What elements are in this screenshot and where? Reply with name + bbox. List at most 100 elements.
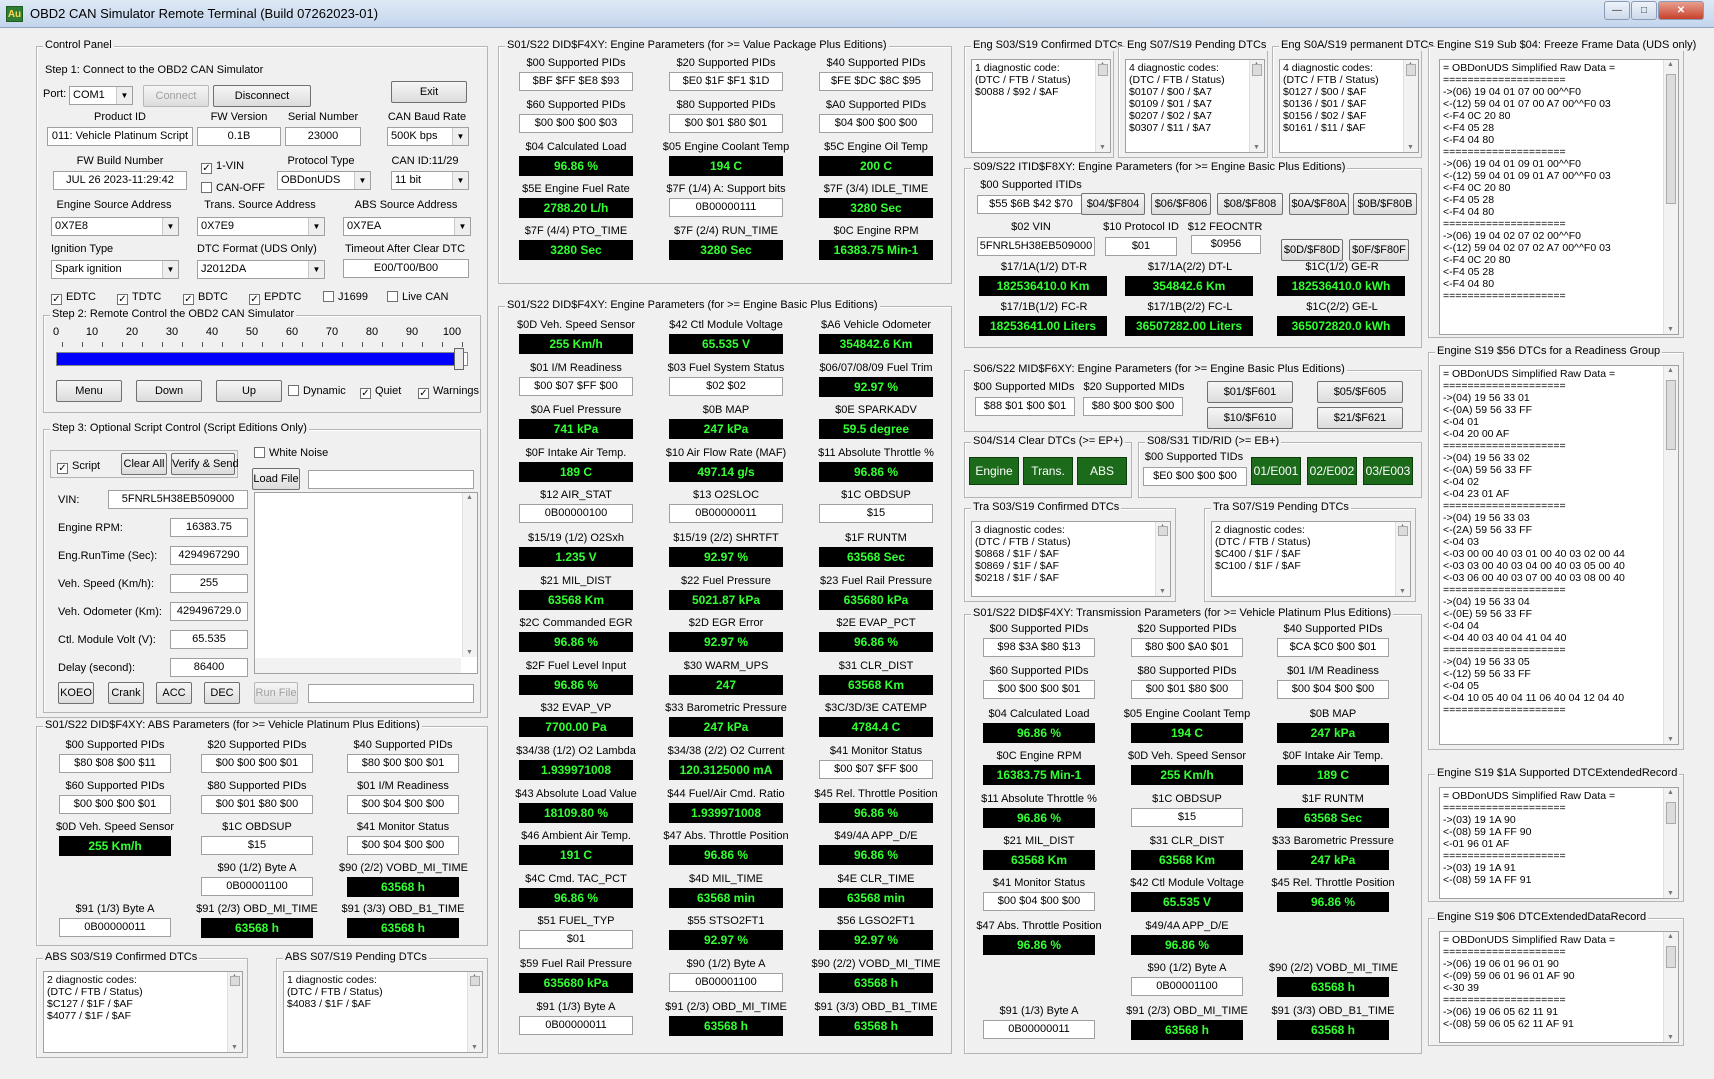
engine-source-select[interactable]: 0X7E8 ▼ xyxy=(51,217,179,236)
option-checkbox-box[interactable]: ✓ xyxy=(183,294,194,305)
itid-button[interactable]: $0B/$F80B xyxy=(1353,193,1417,215)
mid-button[interactable]: $05/$F605 xyxy=(1317,381,1403,403)
disconnect-button[interactable]: Disconnect xyxy=(213,85,311,107)
freeze-frame-raw-data-scrollbar[interactable] xyxy=(1663,60,1678,334)
abs-source-select[interactable]: 0X7EA ▼ xyxy=(343,217,471,236)
tra-confirmed-dtcs-list-scrollbar[interactable] xyxy=(1155,522,1170,596)
itid-button[interactable]: $0F/$F80F xyxy=(1349,239,1409,261)
run-file-button[interactable]: Run File xyxy=(254,682,298,704)
script-editor-hscrollbar[interactable] xyxy=(255,658,461,673)
canoff-checkbox-box[interactable] xyxy=(201,182,212,193)
mid-button[interactable]: $01/$F601 xyxy=(1207,381,1293,403)
option-checkbox-box[interactable]: ✓ xyxy=(249,294,260,305)
minimize-button[interactable]: — xyxy=(1604,1,1630,20)
verify-send-button[interactable]: Verify & Send xyxy=(171,453,239,475)
exit-button[interactable]: Exit xyxy=(391,81,467,103)
ignition-select[interactable]: Spark ignition ▼ xyxy=(51,260,179,279)
tra-pending-dtcs-list-scrollbar[interactable] xyxy=(1395,522,1410,596)
maximize-button[interactable]: □ xyxy=(1631,1,1657,20)
extended-data-record-raw-data-scroll-thumb[interactable] xyxy=(1666,946,1676,968)
ctl-input[interactable]: 65.535 xyxy=(170,630,248,649)
warnings-checkbox[interactable]: ✓ Warnings xyxy=(418,384,479,399)
dec-button[interactable]: DEC xyxy=(204,682,240,704)
option-checkbox[interactable]: Live CAN xyxy=(387,290,448,304)
up-button[interactable]: Up xyxy=(216,380,282,402)
dtc-format-select[interactable]: J2012DA ▼ xyxy=(197,260,325,279)
down-button[interactable]: Down xyxy=(136,380,202,402)
script-checkbox[interactable]: ✓ Script xyxy=(57,459,100,474)
clear-all-button[interactable]: Clear All xyxy=(121,453,167,475)
delay-input[interactable]: 86400 xyxy=(170,658,248,677)
option-checkbox[interactable]: ✓ BDTC xyxy=(183,290,228,305)
abs-confirmed-dtcs-list-scroll-thumb[interactable] xyxy=(230,976,240,986)
clear-trans-button[interactable]: Trans. xyxy=(1023,457,1073,485)
tid-button[interactable]: 01/E001 xyxy=(1251,457,1301,485)
tid-button[interactable]: 02/E002 xyxy=(1307,457,1357,485)
tid-button[interactable]: 03/E003 xyxy=(1363,457,1413,485)
itid-button[interactable]: $08/$F808 xyxy=(1217,193,1283,215)
itid-button[interactable]: $0D/$F80D xyxy=(1281,239,1343,261)
koeo-button[interactable]: KOEO xyxy=(58,682,94,704)
freeze-frame-raw-data[interactable]: = OBDonUDS Simplified Raw Data = =======… xyxy=(1439,59,1679,335)
option-checkbox-box[interactable] xyxy=(387,291,398,302)
eng-confirmed-dtcs-list-scrollbar[interactable] xyxy=(1095,60,1110,152)
option-checkbox[interactable]: J1699 xyxy=(323,290,368,304)
crank-button[interactable]: Crank xyxy=(108,682,144,704)
load-file-button[interactable]: Load File xyxy=(252,468,300,490)
vin1-checkbox[interactable]: ✓ 1-VIN xyxy=(201,159,244,174)
eng-confirmed-dtcs-list[interactable]: 1 diagnostic code: (DTC / FTB / Status) … xyxy=(971,59,1111,153)
abs-pending-dtcs-list-scroll-thumb[interactable] xyxy=(470,976,480,986)
abs-confirmed-dtcs-list-scrollbar[interactable] xyxy=(227,972,242,1052)
eng-confirmed-dtcs-list-scroll-thumb[interactable] xyxy=(1098,64,1108,76)
clear-abs-button[interactable]: ABS xyxy=(1077,457,1127,485)
script-editor[interactable] xyxy=(254,492,478,674)
eng-permanent-dtcs-list-scroll-thumb[interactable] xyxy=(1406,64,1416,76)
eng-pending-dtcs-list[interactable]: 4 diagnostic codes: (DTC / FTB / Status)… xyxy=(1125,59,1265,153)
readiness-raw-data[interactable]: = OBDonUDS Simplified Raw Data = =======… xyxy=(1439,365,1679,745)
option-checkbox-box[interactable] xyxy=(323,291,334,302)
extended-data-record-raw-data[interactable]: = OBDonUDS Simplified Raw Data = =======… xyxy=(1439,931,1679,1043)
runtime-input[interactable]: 4294967290 xyxy=(170,546,248,565)
quiet-checkbox-box[interactable]: ✓ xyxy=(360,388,371,399)
protocol-select[interactable]: OBDonUDS ▼ xyxy=(277,171,371,190)
option-checkbox[interactable]: ✓ TDTC xyxy=(117,290,161,305)
slider-handle[interactable] xyxy=(453,348,464,370)
connect-button[interactable]: Connect xyxy=(143,85,209,107)
tra-pending-dtcs-list[interactable]: 2 diagnostic codes: (DTC / FTB / Status)… xyxy=(1211,521,1411,597)
itid-button[interactable]: $04/$F804 xyxy=(1081,193,1145,215)
tra-confirmed-dtcs-list-scroll-thumb[interactable] xyxy=(1158,526,1168,536)
white-noise-checkbox[interactable]: White Noise xyxy=(254,446,328,460)
port-select[interactable]: COM1 ▼ xyxy=(69,86,133,105)
eng-permanent-dtcs-list-scrollbar[interactable] xyxy=(1403,60,1418,152)
option-checkbox[interactable]: ✓ EDTC xyxy=(51,290,96,305)
baud-rate-select[interactable]: 500K bps ▼ xyxy=(387,127,469,146)
mid-button[interactable]: $10/$F610 xyxy=(1207,407,1293,429)
eng-pending-dtcs-list-scrollbar[interactable] xyxy=(1249,60,1264,152)
odo-input[interactable]: 429496729.0 xyxy=(170,602,248,621)
close-button[interactable]: ✕ xyxy=(1658,1,1704,20)
canid-select[interactable]: 11 bit ▼ xyxy=(391,171,469,190)
vin1-checkbox-box[interactable]: ✓ xyxy=(201,163,212,174)
extended-data-record-raw-data-scrollbar[interactable] xyxy=(1663,932,1678,1042)
freeze-frame-raw-data-scroll-thumb[interactable] xyxy=(1666,74,1676,204)
script-editor-scrollbar[interactable] xyxy=(462,493,477,657)
dynamic-checkbox-box[interactable] xyxy=(288,385,299,396)
canoff-checkbox[interactable]: CAN-OFF xyxy=(201,181,265,195)
speed-input[interactable]: 255 xyxy=(170,574,248,593)
quiet-checkbox[interactable]: ✓ Quiet xyxy=(360,384,401,399)
extended-record-raw-data-scroll-thumb[interactable] xyxy=(1666,802,1676,824)
option-checkbox[interactable]: ✓ EPDTC xyxy=(249,290,301,305)
rpm-input[interactable]: 16383.75 xyxy=(170,518,248,537)
trans-source-select[interactable]: 0X7E9 ▼ xyxy=(197,217,325,236)
dynamic-checkbox[interactable]: Dynamic xyxy=(288,384,346,398)
white-noise-checkbox-box[interactable] xyxy=(254,447,265,458)
menu-button[interactable]: Menu xyxy=(56,380,122,402)
script-checkbox-box[interactable]: ✓ xyxy=(57,463,68,474)
run-file-path[interactable] xyxy=(308,684,474,703)
itid-button[interactable]: $06/$F806 xyxy=(1151,193,1211,215)
load-file-path[interactable] xyxy=(308,470,474,489)
extended-record-raw-data[interactable]: = OBDonUDS Simplified Raw Data = =======… xyxy=(1439,787,1679,899)
abs-pending-dtcs-list[interactable]: 1 diagnostic codes: (DTC / FTB / Status)… xyxy=(283,971,483,1053)
vin-input[interactable]: 5FNRL5H38EB509000 xyxy=(108,490,248,509)
eng-permanent-dtcs-list[interactable]: 4 diagnostic codes: (DTC / FTB / Status)… xyxy=(1279,59,1419,153)
